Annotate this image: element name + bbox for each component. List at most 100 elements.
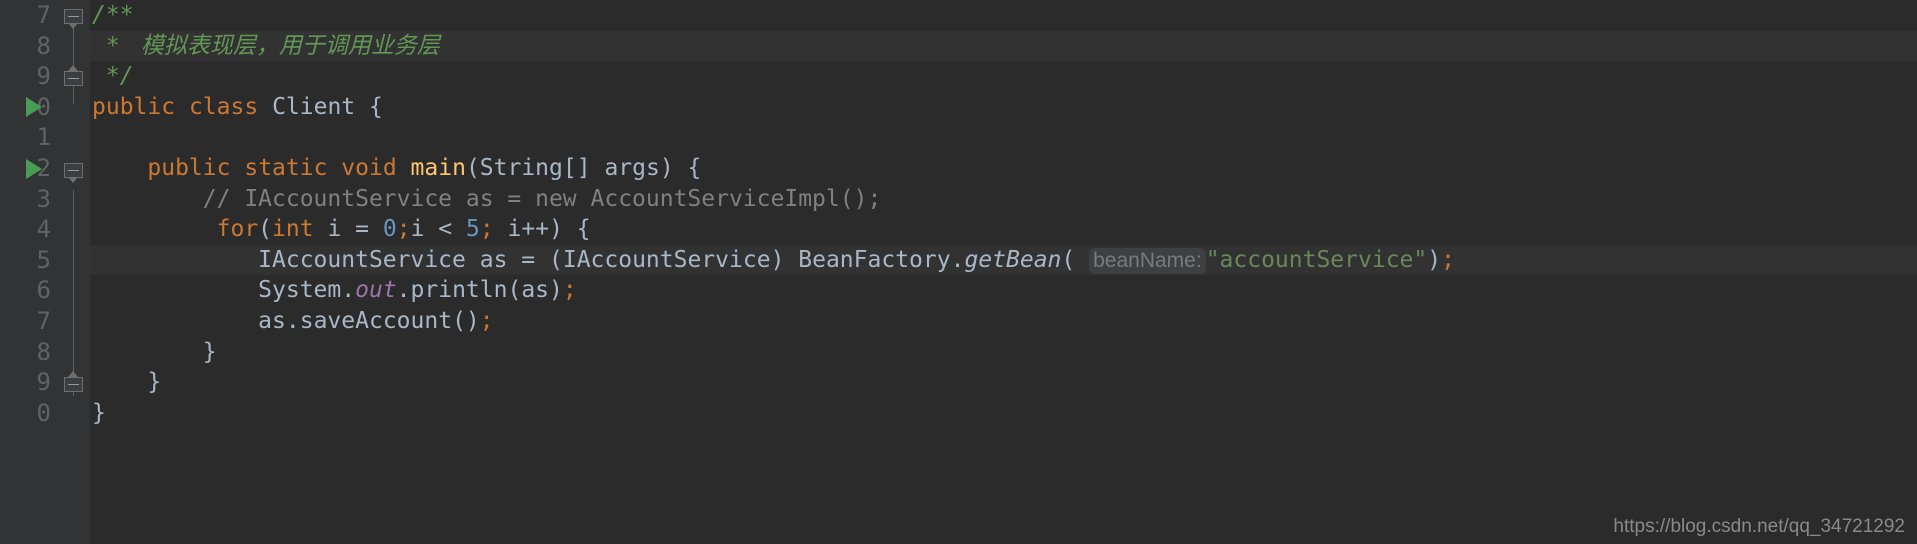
paren-open: ( (465, 155, 480, 181)
line-number[interactable]: 9 (0, 367, 51, 398)
code-line[interactable]: 0 public class Client { (0, 92, 1917, 123)
code-line-text[interactable]: * 模拟表现层，用于调用业务层 (90, 31, 446, 62)
run-method-marker-icon[interactable] (26, 159, 42, 179)
semicolon: ; (562, 277, 577, 304)
close-brace-method: } (92, 369, 162, 396)
code-line-text[interactable]: // IAccountService as = new AccountServi… (90, 184, 887, 215)
code-line[interactable]: 8 } (0, 337, 1917, 368)
keyword-public: public (92, 93, 176, 120)
keyword-public: public (147, 155, 231, 181)
code-line-text[interactable]: for(int i = 0;i < 5; i++) { (90, 214, 597, 245)
watermark-url: https://blog.csdn.net/qq_34721292 (1613, 516, 1905, 537)
keyword-for: for (216, 216, 259, 243)
line-number[interactable]: 0 (0, 398, 51, 429)
line-number[interactable]: 9 (0, 61, 51, 92)
code-editor[interactable]: 7 /** 8 * 模拟表现层，用于调用业务层 9 */ 0 public cl… (0, 0, 1917, 544)
fold-box-icon (64, 9, 83, 24)
close-brace-for: } (92, 338, 217, 365)
paren-open: ( (507, 277, 522, 304)
code-line[interactable]: 6 System.out.println(as); (0, 275, 1917, 306)
line-number[interactable]: 4 (0, 214, 51, 245)
code-line-text[interactable]: public static void main(String[] args) { (90, 153, 707, 184)
code-line-text[interactable]: as.saveAccount(); (90, 306, 500, 337)
doc-comment-close-token: */ (92, 63, 134, 90)
param-args: args (604, 155, 660, 181)
code-line-text[interactable]: /** (90, 0, 140, 31)
line-number[interactable]: 2 (0, 153, 51, 184)
code-line[interactable]: 3 // IAccountService as = new AccountSer… (0, 184, 1917, 215)
doc-comment-star-token: * (92, 32, 134, 59)
line-number[interactable]: 0 (0, 92, 51, 123)
line-number[interactable]: 8 (0, 337, 51, 368)
method-saveaccount: saveAccount (299, 308, 453, 334)
close-brace-class: } (92, 399, 106, 426)
code-line-text[interactable]: System.out.println(as); (90, 275, 583, 306)
line-number[interactable]: 7 (0, 0, 51, 31)
line-number[interactable]: 8 (0, 31, 51, 62)
field-out: out (355, 277, 397, 304)
open-brace: { (355, 93, 383, 120)
semicolon: ; (396, 216, 411, 243)
code-line-current[interactable]: 5 IAccountService as = (IAccountService)… (0, 244, 1917, 276)
code-line[interactable]: 7 as.saveAccount(); (0, 306, 1917, 337)
semicolon: ; (479, 308, 494, 334)
dot: . (950, 246, 965, 273)
number-zero: 0 (382, 216, 397, 243)
line-comment: // IAccountService as = new AccountServi… (202, 185, 882, 212)
run-class-marker-icon[interactable] (26, 97, 42, 117)
fold-marker-method-open[interactable] (64, 158, 84, 183)
code-line-text[interactable] (90, 122, 98, 153)
code-line-text[interactable]: } (90, 398, 112, 429)
code-line-text[interactable]: public class Client { (90, 92, 389, 123)
type-string: String (479, 155, 563, 181)
var-as: as (258, 308, 286, 334)
semicolon: ; (1441, 246, 1455, 273)
fold-marker-doc-open[interactable] (64, 4, 84, 29)
line-number[interactable]: 5 (0, 245, 51, 276)
assign-op: = ( (507, 246, 563, 273)
method-getbean: getBean (964, 246, 1062, 273)
line-number[interactable]: 1 (0, 122, 51, 153)
keyword-void: void (341, 155, 397, 181)
fold-marker-doc-close[interactable] (64, 65, 84, 86)
line-number[interactable]: 6 (0, 275, 51, 306)
paren-open: ( (1061, 246, 1076, 273)
class-system: System (258, 277, 342, 304)
paren-close: ) (465, 308, 480, 334)
line-number[interactable]: 3 (0, 184, 51, 215)
code-line[interactable]: 0 } (0, 398, 1917, 429)
type-iaccountservice: IAccountService (258, 246, 466, 273)
code-line[interactable]: 8 * 模拟表现层，用于调用业务层 (0, 30, 1917, 62)
code-line[interactable]: 2 public static void main(String[] args)… (0, 153, 1917, 184)
class-name-client: Client (272, 93, 356, 120)
paren-close: ) { (659, 155, 702, 181)
code-line-text[interactable]: */ (90, 61, 140, 92)
code-line[interactable]: 9 */ (0, 61, 1917, 92)
var-as: as (521, 277, 550, 304)
line-number[interactable]: 7 (0, 306, 51, 337)
less-than-op: < (424, 216, 466, 243)
paren-close: ) (1427, 246, 1442, 273)
var-as: as (479, 246, 508, 273)
code-line[interactable]: 7 /** (0, 0, 1917, 31)
class-beanfactory: BeanFactory (798, 246, 951, 273)
fold-marker-method-close[interactable] (64, 371, 84, 392)
parameter-hint-beanname: beanName: (1089, 247, 1206, 274)
code-line-text[interactable]: } (90, 367, 167, 398)
code-line[interactable]: 4 for(int i = 0;i < 5; i++) { (0, 214, 1917, 245)
code-line[interactable]: 9 } (0, 367, 1917, 398)
code-line-text[interactable]: IAccountService as = (IAccountService) B… (90, 244, 1461, 276)
code-line[interactable]: 1 (0, 122, 1917, 153)
code-line-text[interactable]: } (90, 337, 223, 368)
